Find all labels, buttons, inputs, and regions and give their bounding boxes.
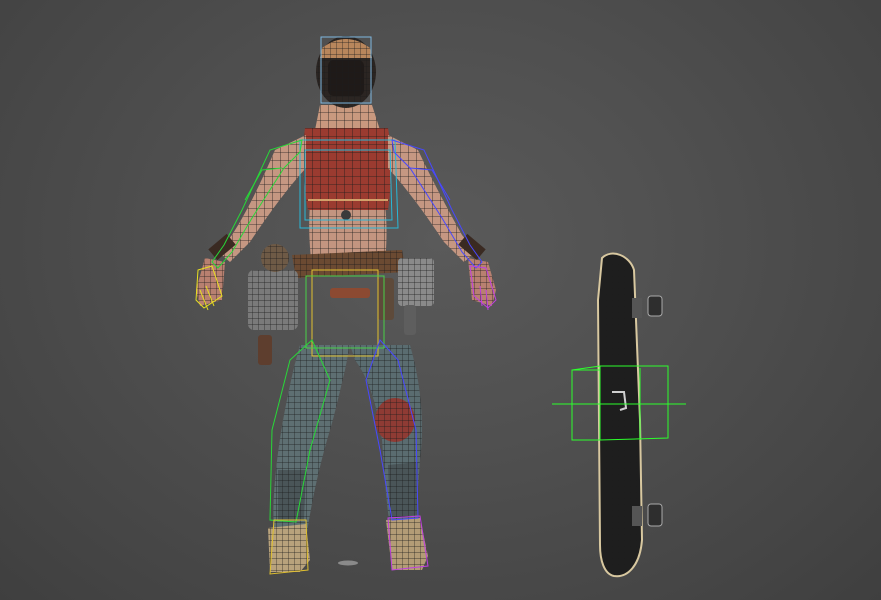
viewport-perspective[interactable] xyxy=(0,0,881,600)
pelvis-bone-box[interactable] xyxy=(311,269,379,357)
shoes-mesh xyxy=(268,518,428,572)
character-mesh[interactable] xyxy=(195,36,497,575)
crop-top-mesh xyxy=(303,128,391,220)
head-mesh xyxy=(316,36,376,108)
scene-canvas[interactable] xyxy=(0,0,881,600)
pants-mesh xyxy=(273,345,422,540)
skateboard-mesh[interactable] xyxy=(552,252,686,578)
